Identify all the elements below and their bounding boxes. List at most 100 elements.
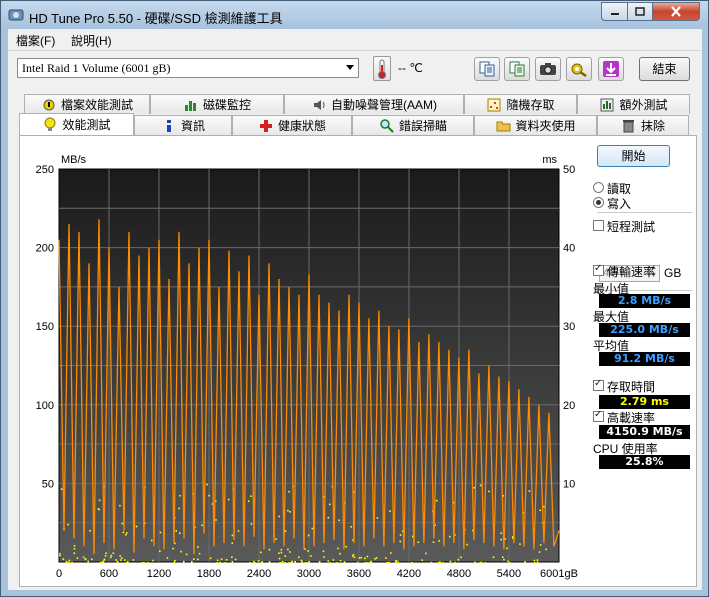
access-time-point bbox=[533, 559, 536, 562]
access-time-point bbox=[278, 552, 280, 555]
access-time-point bbox=[216, 559, 219, 562]
health-cross-icon bbox=[258, 118, 274, 134]
access-time-point bbox=[178, 507, 180, 510]
tab-label: 抹除 bbox=[640, 119, 665, 133]
tab-label: 檔案效能測試 bbox=[60, 98, 133, 112]
access-time-point bbox=[308, 560, 310, 563]
copy-info-button[interactable] bbox=[474, 57, 500, 81]
access-time-point bbox=[99, 561, 102, 564]
tab-health[interactable]: 健康狀態 bbox=[232, 115, 352, 135]
access-time-point bbox=[125, 561, 128, 564]
access-time-point bbox=[97, 508, 100, 510]
divider bbox=[597, 212, 692, 213]
short-test-checkbox[interactable] bbox=[593, 220, 604, 231]
burst-rate-checkbox[interactable] bbox=[593, 409, 604, 422]
options-button[interactable] bbox=[566, 57, 592, 81]
y-right-tick-label: 40 bbox=[563, 243, 575, 255]
maximize-button[interactable] bbox=[627, 2, 653, 21]
access-time-point bbox=[280, 551, 283, 554]
temperature-readout: -- ℃ bbox=[398, 61, 423, 75]
access-time-point bbox=[284, 561, 286, 564]
tab-benchmark[interactable]: 效能測試 bbox=[19, 113, 134, 135]
tab-label: 健康狀態 bbox=[277, 119, 326, 133]
access-time-point bbox=[364, 557, 366, 560]
screenshot-button[interactable] bbox=[535, 57, 561, 81]
tab-disk-monitor[interactable]: 磁碟監控 bbox=[150, 94, 284, 114]
y-left-tick-label: 50 bbox=[42, 478, 54, 490]
tab-label: 資料夾使用 bbox=[515, 119, 576, 133]
access-time-point bbox=[253, 560, 255, 563]
access-time-point bbox=[231, 542, 234, 544]
access-time-point bbox=[360, 556, 363, 559]
tab-extra-tests[interactable]: 額外測試 bbox=[577, 94, 690, 114]
tab-label: 自動噪聲管理(AAM) bbox=[331, 98, 437, 112]
access-time-point bbox=[385, 557, 387, 559]
access-time-point bbox=[394, 561, 397, 564]
save-button[interactable] bbox=[598, 57, 624, 81]
drive-select[interactable]: Intel Raid 1 Volume (6001 gB) bbox=[17, 58, 359, 78]
access-time-point bbox=[66, 561, 68, 564]
read-radio[interactable] bbox=[593, 182, 604, 193]
access-time-point bbox=[506, 547, 508, 550]
folder-icon bbox=[495, 118, 511, 134]
access-time-point bbox=[112, 552, 115, 554]
start-button[interactable]: 開始 bbox=[597, 145, 670, 167]
access-time-point bbox=[289, 551, 291, 553]
transfer-rate-checkbox[interactable] bbox=[593, 263, 604, 276]
tab-label: 效能測試 bbox=[62, 118, 111, 132]
access-time-point bbox=[343, 561, 346, 563]
access-time-point bbox=[68, 561, 70, 564]
title-bar[interactable]: HD Tune Pro 5.50 - 硬碟/SSD 檢測維護工具 bbox=[1, 1, 708, 29]
access-time-point bbox=[337, 547, 339, 550]
close-button[interactable] bbox=[652, 2, 700, 21]
access-time-point bbox=[390, 552, 392, 554]
tab-erase[interactable]: 抹除 bbox=[597, 115, 689, 135]
access-time-point bbox=[119, 504, 121, 507]
tab-random-access[interactable]: 隨機存取 bbox=[464, 94, 577, 114]
access-time-point bbox=[323, 556, 325, 558]
exit-button[interactable]: 結束 bbox=[639, 57, 690, 81]
access-time-point bbox=[318, 560, 321, 563]
minimize-button[interactable] bbox=[601, 2, 628, 21]
access-time-point bbox=[528, 490, 531, 492]
access-time-point bbox=[352, 553, 355, 556]
tab-aam[interactable]: 自動噪聲管理(AAM) bbox=[284, 94, 464, 114]
copy-screenshot-button[interactable] bbox=[504, 57, 530, 81]
access-time-point bbox=[399, 534, 402, 536]
access-time-point bbox=[386, 562, 388, 564]
access-time-checkbox[interactable] bbox=[593, 378, 604, 391]
write-radio[interactable] bbox=[593, 197, 604, 208]
access-time-point bbox=[219, 561, 222, 564]
menu-help[interactable]: 說明(H) bbox=[71, 32, 112, 49]
access-time-point bbox=[545, 548, 547, 551]
access-time-point bbox=[304, 561, 307, 564]
access-time-point bbox=[260, 551, 262, 554]
access-time-point bbox=[488, 490, 490, 493]
access-time-point bbox=[159, 550, 161, 553]
access-time-point bbox=[197, 546, 199, 548]
access-time-point bbox=[533, 562, 536, 564]
copy-info-icon bbox=[479, 61, 495, 77]
access-time-point bbox=[62, 558, 65, 560]
y-right-tick-label: 50 bbox=[563, 164, 575, 176]
benchmark-chart: MB/s ms2502001501005050403020100 600 1200 18… bbox=[36, 154, 578, 580]
access-time-point bbox=[543, 505, 545, 508]
tab-error-scan[interactable]: 錯誤掃瞄 bbox=[352, 115, 474, 135]
tab-info[interactable]: 資訊 bbox=[134, 115, 232, 135]
access-time-point bbox=[208, 494, 210, 497]
burst-rate-label: 高載速率 bbox=[607, 411, 656, 425]
tab-file-benchmark[interactable]: 檔案效能測試 bbox=[24, 94, 150, 114]
tab-folder-usage[interactable]: 資料夾使用 bbox=[474, 115, 597, 135]
menu-file[interactable]: 檔案(F) bbox=[16, 32, 55, 49]
close-icon bbox=[671, 6, 681, 17]
access-time-point bbox=[279, 561, 282, 564]
access-time-point bbox=[250, 495, 252, 498]
access-time-point bbox=[519, 543, 521, 545]
temperature-button[interactable] bbox=[373, 56, 391, 81]
access-time-point bbox=[539, 544, 542, 546]
minimize-icon bbox=[610, 12, 619, 15]
access-time-point bbox=[492, 556, 495, 559]
access-time-point bbox=[175, 530, 178, 532]
access-time-point bbox=[281, 561, 284, 563]
access-time-point bbox=[120, 559, 122, 561]
